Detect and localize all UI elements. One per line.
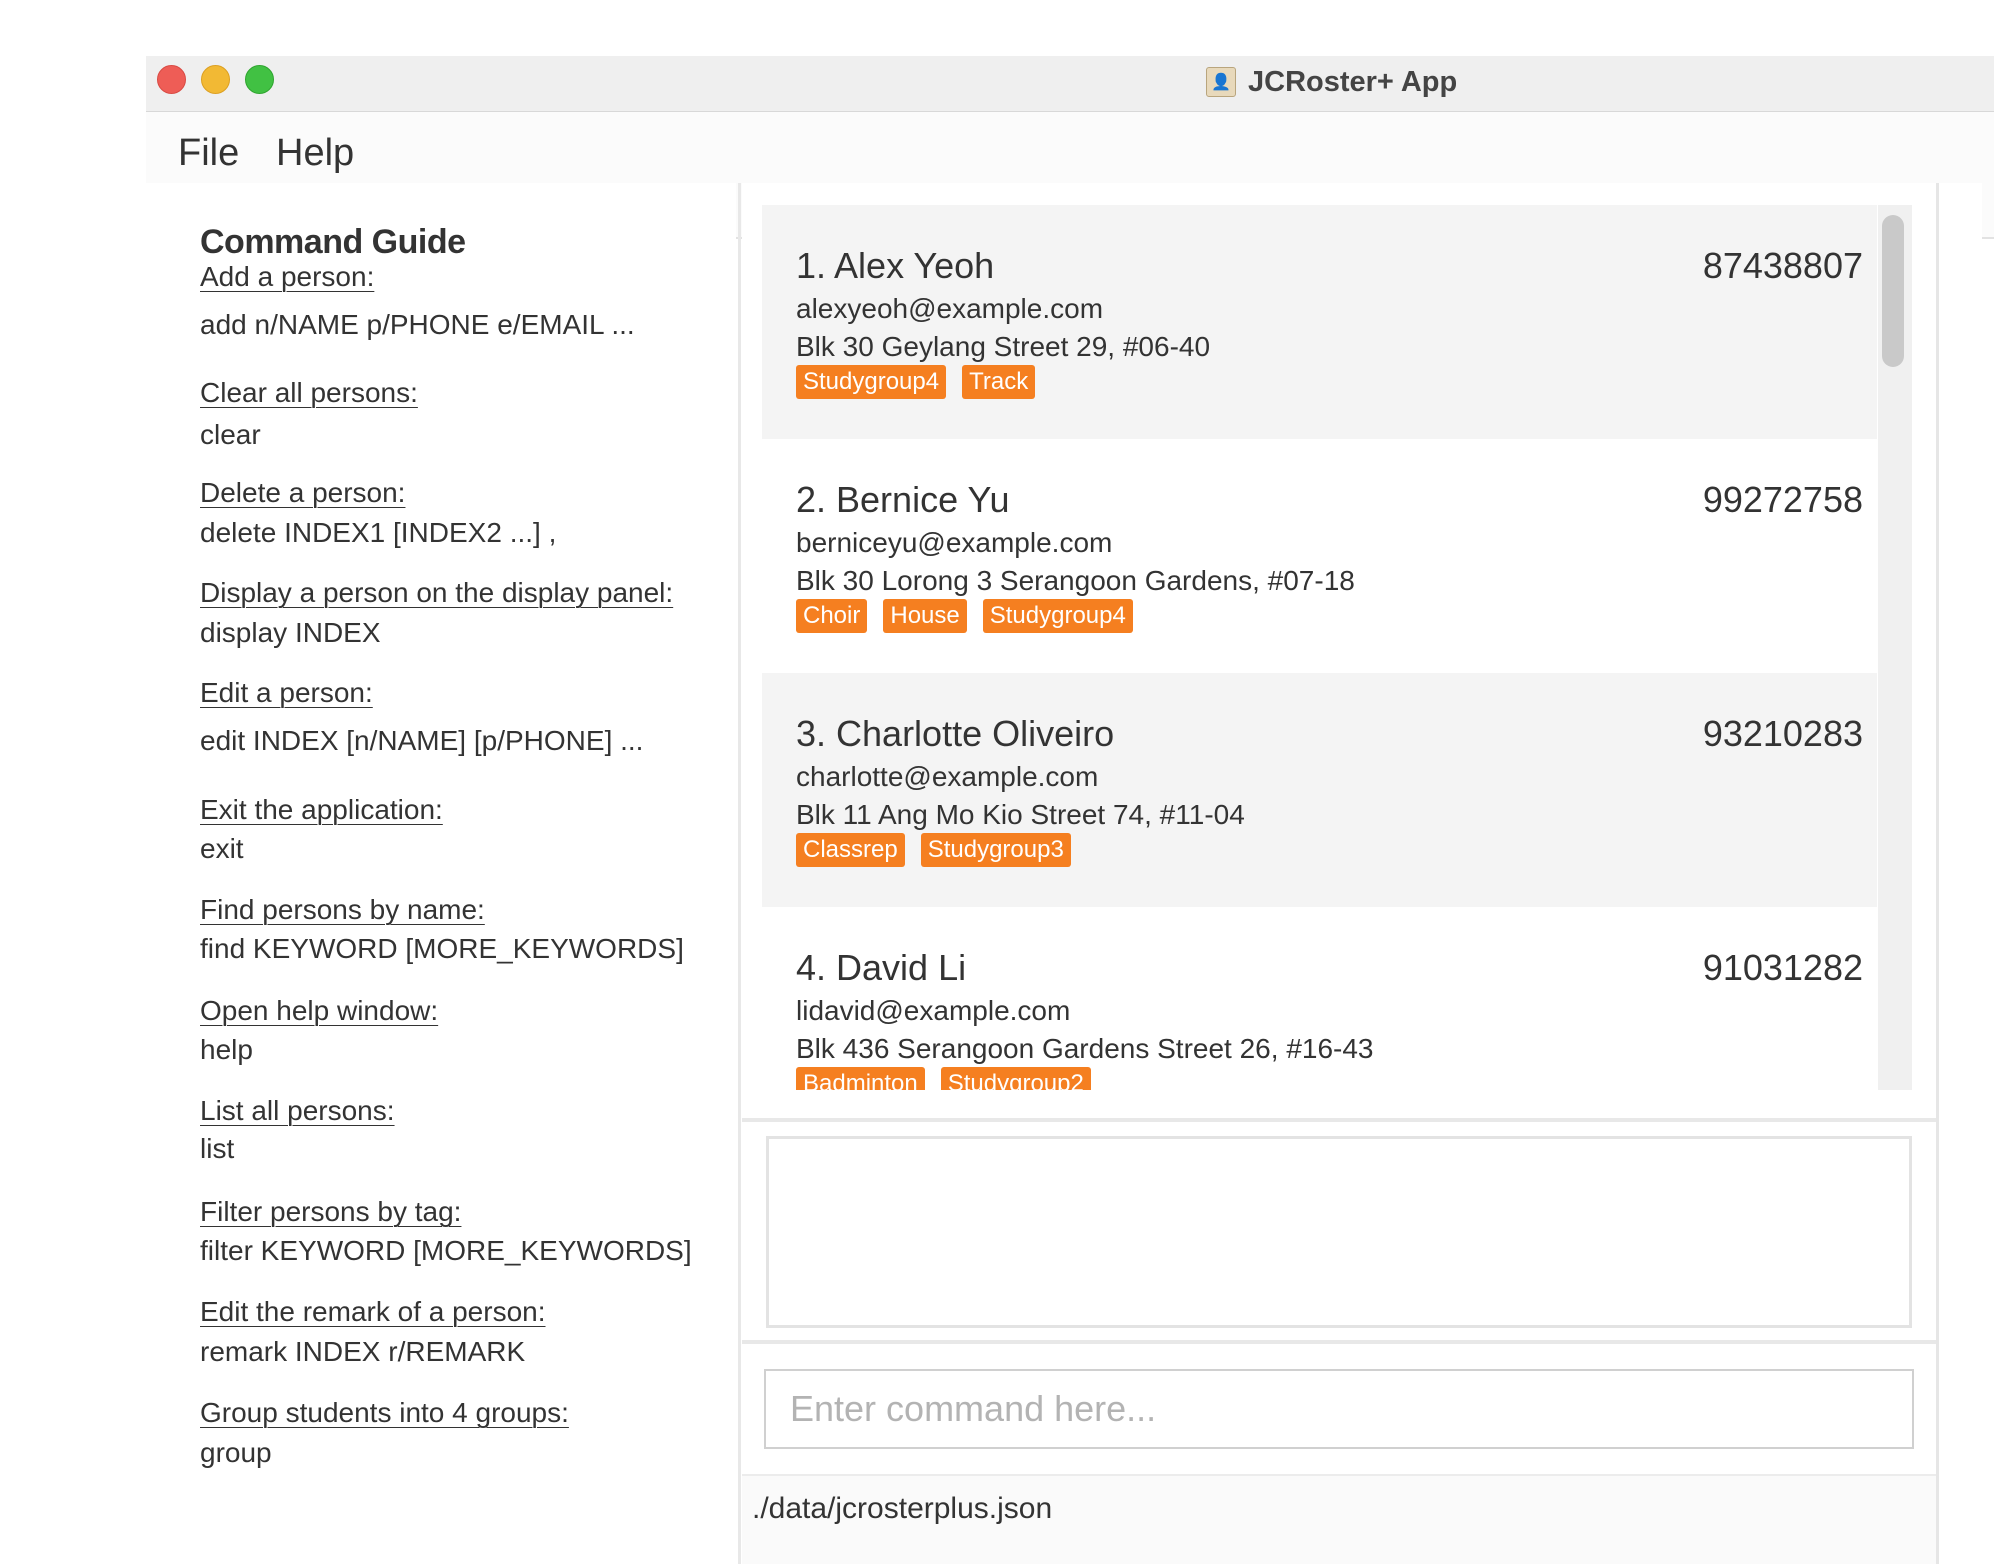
person-address: Blk 30 Geylang Street 29, #06-40 [796,331,1211,362]
minimize-window-button[interactable] [201,65,230,94]
right-panel-border [1936,183,1939,1564]
panel-divider [738,183,741,1564]
list-scrollbar-thumb[interactable] [1882,215,1904,367]
person-list-panel: 1. Alex Yeoh 87438807 alexyeoh@example.c… [742,183,1982,1118]
guide-label-filter: Filter persons by tag: [200,1196,462,1227]
guide-command-delete: delete INDEX1 [INDEX2 ...] , [200,517,557,548]
guide-command-edit: edit INDEX [n/NAME] [p/PHONE] ... [200,725,644,756]
person-name: 1. Alex Yeoh [796,245,995,286]
person-list[interactable]: 1. Alex Yeoh 87438807 alexyeoh@example.c… [762,205,1877,1090]
person-card[interactable]: 1. Alex Yeoh 87438807 alexyeoh@example.c… [762,205,1877,439]
tag-badge: Studygroup2 [940,1067,1091,1090]
guide-label-clear: Clear all persons: [200,377,418,408]
tag-badge: Studygroup3 [920,833,1071,867]
zoom-window-button[interactable] [245,65,274,94]
guide-command-list: list [200,1133,235,1164]
menu-file[interactable]: File [178,132,239,175]
guide-command-display: display INDEX [200,617,381,648]
guide-label-remark: Edit the remark of a person: [200,1296,546,1327]
person-tags: Classrep Studygroup3 [796,833,1071,867]
person-address: Blk 436 Serangoon Gardens Street 26, #16… [796,1033,1374,1064]
person-card[interactable]: 2. Bernice Yu 99272758 berniceyu@example… [762,439,1877,673]
window-title: JCRoster+ App [1248,65,1458,98]
guide-label-delete: Delete a person: [200,477,406,508]
tag-badge: Classrep [796,833,905,867]
person-card[interactable]: 3. Charlotte Oliveiro 93210283 charlotte… [762,673,1877,907]
person-name: 2. Bernice Yu [796,479,1010,520]
guide-label-edit: Edit a person: [200,677,373,708]
title-bar: 👤 JCRoster+ App [146,56,1994,112]
close-window-button[interactable] [157,65,186,94]
person-phone: 87438807 [1702,245,1863,286]
command-input[interactable] [764,1369,1914,1449]
person-tags: Studygroup4 Track [796,365,1036,399]
guide-label-add: Add a person: [200,261,375,292]
result-display[interactable] [766,1136,1912,1328]
list-result-divider [742,1118,1936,1122]
tag-badge: House [883,599,967,633]
guide-label-help: Open help window: [200,995,439,1026]
guide-command-group: group [200,1437,272,1468]
person-card[interactable]: 4. David Li 91031282 lidavid@example.com… [762,907,1877,1090]
person-tags: Badminton Studygroup2 [796,1067,1091,1090]
menu-help[interactable]: Help [276,132,354,175]
person-name: 3. Charlotte Oliveiro [796,713,1115,754]
guide-label-exit: Exit the application: [200,794,443,825]
guide-command-clear: clear [200,419,261,450]
guide-label-find: Find persons by name: [200,894,485,925]
tag-badge: Badminton [796,1067,925,1090]
command-guide-panel: Command Guide Add a person: add n/NAME p… [146,183,736,1564]
person-phone: 99272758 [1702,479,1863,520]
person-address: Blk 11 Ang Mo Kio Street 74, #11-04 [796,799,1245,830]
person-phone: 93210283 [1702,713,1863,754]
person-name: 4. David Li [796,947,967,988]
guide-command-help: help [200,1034,253,1065]
guide-label-display: Display a person on the display panel: [200,577,674,608]
person-tags: Choir House Studygroup4 [796,599,1133,633]
status-file-path: ./data/jcrosterplus.json [752,1492,1053,1525]
result-command-divider [742,1340,1936,1344]
contacts-app-icon: 👤 [1206,67,1236,97]
command-guide-title: Command Guide [200,223,466,261]
guide-command-find: find KEYWORD [MORE_KEYWORDS] [200,933,684,964]
guide-command-add: add n/NAME p/PHONE e/EMAIL ... [200,309,635,340]
tag-badge: Studygroup4 [796,365,947,399]
guide-command-exit: exit [200,833,244,864]
person-email: alexyeoh@example.com [796,293,1104,324]
tag-badge: Track [962,365,1036,399]
guide-label-list: List all persons: [200,1095,395,1126]
tag-badge: Studygroup4 [982,599,1133,633]
person-phone: 91031282 [1702,947,1863,988]
person-email: charlotte@example.com [796,761,1099,792]
status-bar: ./data/jcrosterplus.json [742,1474,1936,1564]
person-address: Blk 30 Lorong 3 Serangoon Gardens, #07-1… [796,565,1355,596]
guide-command-filter: filter KEYWORD [MORE_KEYWORDS] [200,1235,692,1266]
person-email: lidavid@example.com [796,995,1071,1026]
guide-label-group: Group students into 4 groups: [200,1397,569,1428]
person-email: berniceyu@example.com [796,527,1113,558]
guide-command-remark: remark INDEX r/REMARK [200,1336,526,1367]
tag-badge: Choir [796,599,868,633]
